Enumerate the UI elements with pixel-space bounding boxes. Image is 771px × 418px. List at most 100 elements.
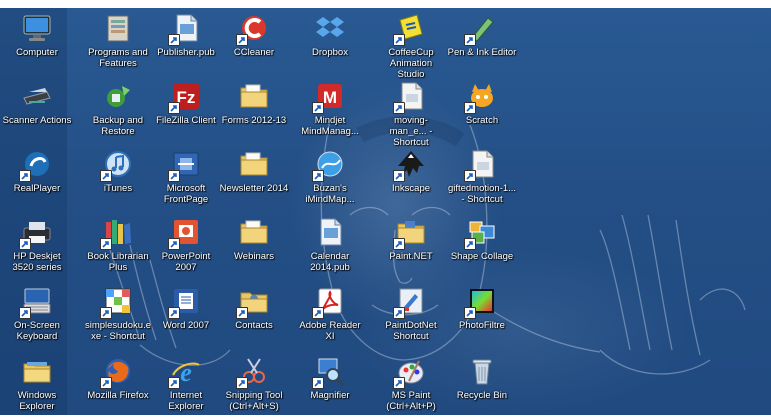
desktop-icon-ie[interactable]: e Internet Explorer: [150, 355, 222, 418]
photofiltre-icon: [464, 285, 498, 319]
desktop-icon-label: Shape Collage: [450, 251, 514, 262]
desktop-icon-file-shortcut[interactable]: giftedmotion-1... - Shortcut: [446, 148, 518, 212]
desktop-icon-label: Recycle Bin: [456, 390, 508, 401]
folder-icon: [238, 80, 270, 112]
filezilla-icon: Fz: [168, 80, 202, 114]
desktop-icon-realplayer[interactable]: RealPlayer: [1, 148, 73, 212]
coffeecup-icon: [393, 12, 427, 46]
desktop-icon-backup[interactable]: Backup and Restore: [82, 80, 154, 144]
scratch-icon: [464, 80, 498, 114]
ms-paint-icon: [393, 355, 427, 389]
desktop-icon-label: Backup and Restore: [92, 115, 144, 137]
desktop-icon-ccleaner[interactable]: CCleaner: [218, 12, 290, 76]
desktop-icon-filezilla[interactable]: Fz FileZilla Client: [150, 80, 222, 144]
desktop-icon-folder[interactable]: Webinars: [218, 216, 290, 280]
top-edge: [0, 0, 771, 8]
desktop-icon-scratch[interactable]: Scratch: [446, 80, 518, 144]
desktop-icon-label: PowerPoint 2007: [161, 251, 211, 273]
desktop-icon-label: Computer: [16, 47, 58, 58]
folder-icon: [238, 216, 270, 248]
desktop-icon-adobe-reader[interactable]: Adobe Reader XI: [294, 285, 366, 349]
desktop-icon-dropbox[interactable]: Dropbox: [294, 12, 366, 76]
desktop-icon-keyboard[interactable]: On-Screen Keyboard: [1, 285, 73, 349]
shortcut-arrow-icon: [168, 34, 180, 46]
shortcut-arrow-icon: [100, 307, 112, 319]
contacts-folder-icon: [236, 285, 270, 319]
programs-icon: [102, 12, 134, 44]
desktop-icon-coffeecup[interactable]: CoffeeCup Animation Studio: [375, 12, 447, 80]
publisher-doc-icon: [168, 12, 202, 46]
shortcut-arrow-icon: [312, 307, 324, 319]
desktop-icon-explorer[interactable]: Windows Explorer: [1, 355, 73, 418]
keyboard-icon: [19, 285, 53, 319]
desktop-icon-label: Newsletter 2014: [219, 183, 289, 194]
shortcut-arrow-icon: [236, 377, 248, 389]
desktop-icon-label: CCleaner: [233, 47, 275, 58]
shortcut-arrow-icon: [464, 238, 476, 250]
svg-text:M: M: [323, 88, 337, 107]
shortcut-arrow-icon: [19, 307, 31, 319]
desktop-icon-label: Word 2007: [162, 320, 210, 331]
desktop-icon-label: Scratch: [465, 115, 499, 126]
desktop-icon-inkscape[interactable]: Inkscape: [375, 148, 447, 212]
desktop-icon-file-shortcut[interactable]: moving-man_e... - Shortcut: [375, 80, 447, 148]
desktop-icon-recycle-bin[interactable]: Recycle Bin: [446, 355, 518, 418]
scanner-icon: [21, 80, 53, 112]
desktop-icon-label: Magnifier: [310, 390, 350, 401]
desktop-icon-computer[interactable]: Computer: [1, 12, 73, 76]
desktop-icon-word[interactable]: Word 2007: [150, 285, 222, 349]
svg-text:e: e: [180, 358, 192, 387]
desktop-icon-magnifier[interactable]: Magnifier: [294, 355, 366, 418]
desktop-icon-scanner[interactable]: Scanner Actions: [1, 80, 73, 144]
shortcut-arrow-icon: [464, 307, 476, 319]
desktop-icon-programs[interactable]: Programs and Features: [82, 12, 154, 76]
desktop-icon-sudoku[interactable]: simplesudoku.exe - Shortcut: [82, 285, 154, 349]
desktop-icon-label: Paint.NET: [389, 251, 433, 262]
dropbox-icon: [314, 12, 346, 44]
desktop-icon-contacts-folder[interactable]: Contacts: [218, 285, 290, 349]
desktop-icon-snipping-tool[interactable]: Snipping Tool (Ctrl+Alt+S): [218, 355, 290, 418]
shortcut-arrow-icon: [393, 377, 405, 389]
desktop-icon-powerpoint[interactable]: PowerPoint 2007: [150, 216, 222, 280]
desktop-icon-ms-paint[interactable]: MS Paint (Ctrl+Alt+P): [375, 355, 447, 418]
desktop-icon-firefox[interactable]: Mozilla Firefox: [82, 355, 154, 418]
magnifier-icon: [312, 355, 346, 389]
shortcut-arrow-icon: [168, 238, 180, 250]
desktop-icon-mindjet[interactable]: M Mindjet MindManag...: [294, 80, 366, 144]
shortcut-arrow-icon: [464, 102, 476, 114]
ccleaner-icon: [236, 12, 270, 46]
desktop-icon-paintdotnet[interactable]: PaintDotNet Shortcut: [375, 285, 447, 349]
desktop-icon-label: Snipping Tool (Ctrl+Alt+S): [225, 390, 283, 412]
desktop-icon-book-librarian[interactable]: Book Librarian Plus: [82, 216, 154, 280]
shortcut-arrow-icon: [168, 307, 180, 319]
desktop-icon-label: Windows Explorer: [17, 390, 57, 412]
desktop-icon-label: PhotoFiltre: [459, 320, 505, 331]
shortcut-arrow-icon: [168, 377, 180, 389]
ie-icon: e: [168, 355, 202, 389]
desktop-icon-printer[interactable]: HP Deskjet 3520 series: [1, 216, 73, 280]
file-shortcut-icon: [393, 80, 427, 114]
shortcut-arrow-icon: [19, 170, 31, 182]
desktop-icon-folder[interactable]: Newsletter 2014: [218, 148, 290, 212]
desktop-icon-pen-ink[interactable]: Pen & Ink Editor: [446, 12, 518, 76]
shortcut-arrow-icon: [464, 34, 476, 46]
desktop-icon-photofiltre[interactable]: PhotoFiltre: [446, 285, 518, 349]
shortcut-arrow-icon: [236, 34, 248, 46]
desktop-icon-label: HP Deskjet 3520 series: [12, 251, 62, 273]
desktop-icon-label: Calendar 2014.pub: [310, 251, 350, 273]
desktop-icon-label: Internet Explorer: [168, 390, 204, 412]
desktop-icon-label: moving-man_e... - Shortcut: [389, 115, 433, 148]
desktop-icon-itunes[interactable]: iTunes: [82, 148, 154, 212]
desktop[interactable]: Computer Programs and Features Publisher.p…: [0, 0, 771, 418]
desktop-icon-label: Dropbox: [312, 47, 348, 58]
snipping-tool-icon: [236, 355, 270, 389]
desktop-icon-paintnet[interactable]: Paint.NET: [375, 216, 447, 280]
computer-icon: [21, 12, 53, 44]
desktop-icon-shape-collage[interactable]: Shape Collage: [446, 216, 518, 280]
desktop-icon-publisher-doc[interactable]: Calendar 2014.pub: [294, 216, 366, 280]
desktop-icon-folder[interactable]: Forms 2012-13: [218, 80, 290, 144]
shortcut-arrow-icon: [168, 170, 180, 182]
desktop-icon-frontpage[interactable]: Microsoft FrontPage: [150, 148, 222, 212]
desktop-icon-imindmap[interactable]: Buzan's iMindMap...: [294, 148, 366, 212]
desktop-icon-publisher-doc[interactable]: Publisher.pub: [150, 12, 222, 76]
